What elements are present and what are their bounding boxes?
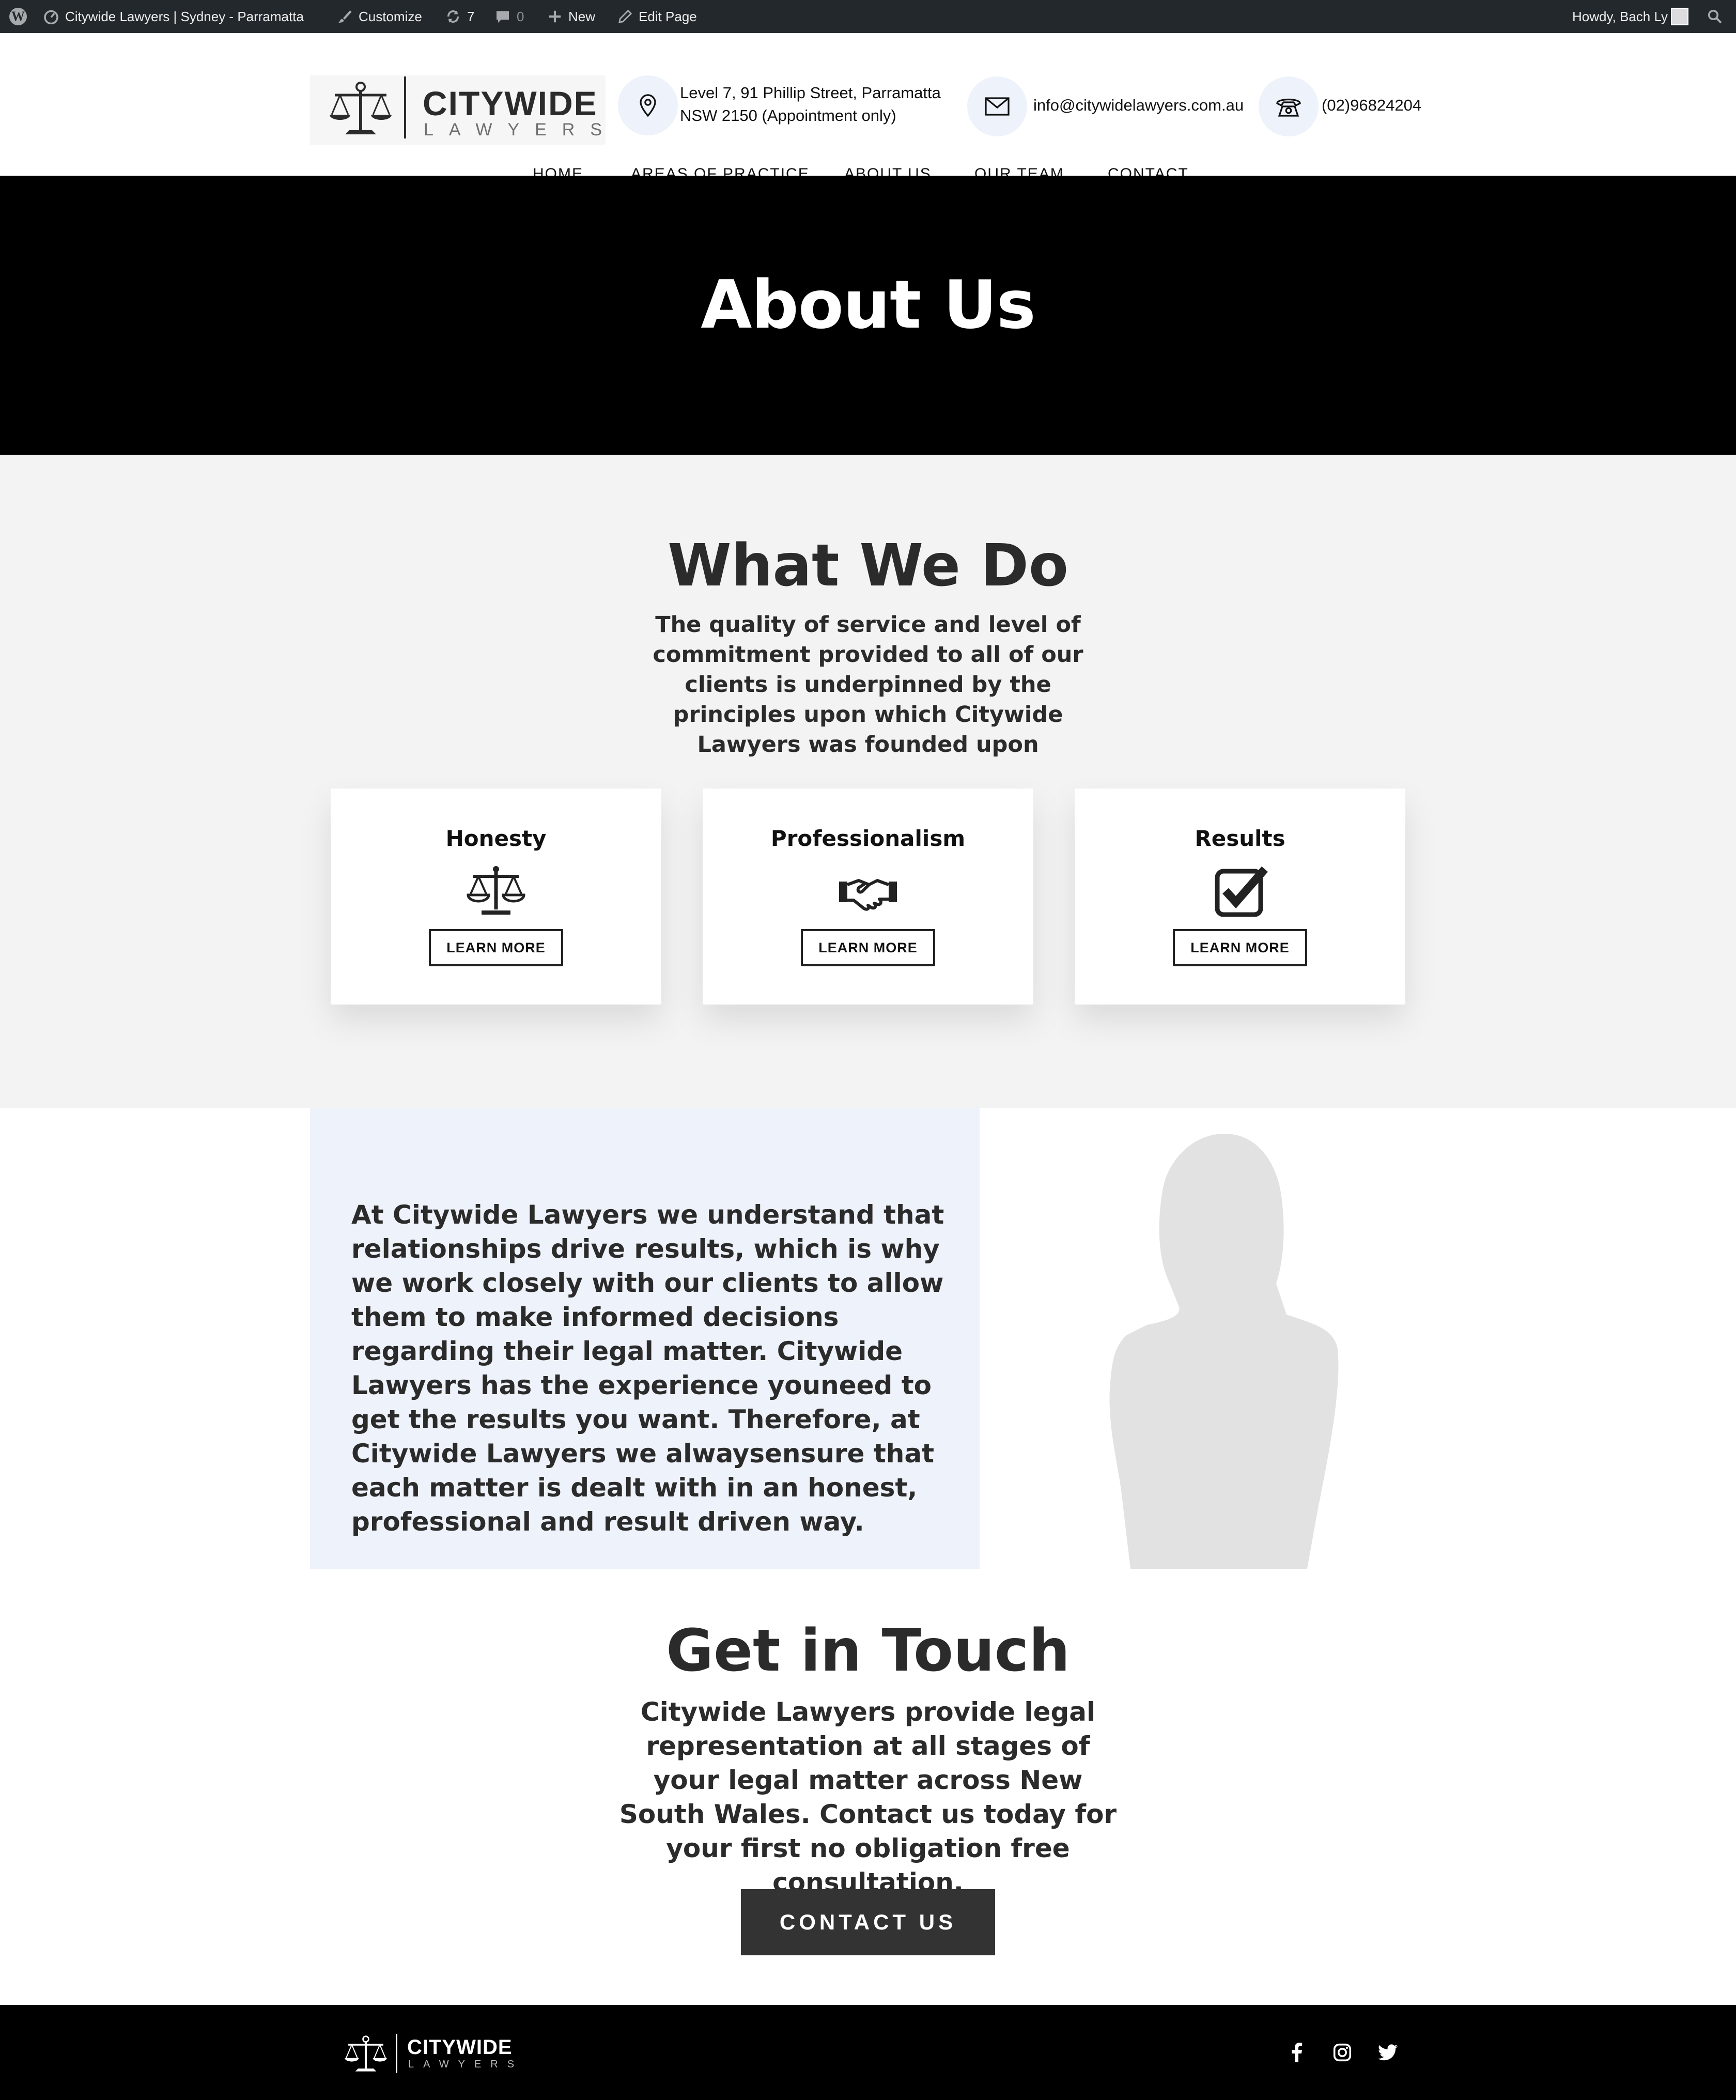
footer-logo-subwordmark: LAWYERS [408,2059,524,2070]
email-link[interactable]: info@citywidelawyers.com.au [1033,94,1244,117]
telephone-icon [1276,98,1301,117]
about-text-panel: At Citywide Lawyers we understand that r… [310,1108,980,1569]
about-section: At Citywide Lawyers we understand that r… [0,1108,1736,1569]
updates-icon [447,10,459,23]
wordpress-logo-menu[interactable]: W [5,0,31,33]
logo-inner: CITYWIDE LAWYERS [310,75,606,145]
card-honesty: Honesty LEARN MORE [331,789,661,1005]
instagram-icon [1333,2043,1352,2062]
site-name-label: Citywide Lawyers | Sydney - Parramatta [65,8,304,24]
address-line-1: Level 7, 91 Phillip Street, Parramatta [680,84,941,102]
search-icon [1708,9,1722,24]
what-we-do-section: What We Do The quality of service and le… [0,455,1736,1108]
dashboard-icon [44,10,58,24]
about-paragraph: At Citywide Lawyers we understand that r… [351,1200,944,1537]
what-we-do-title: What We Do [668,532,1068,599]
handshake-icon [839,879,897,911]
site-header: CITYWIDE LAWYERS Level 7, 91 Phillip Str… [0,33,1736,182]
updates-count: 7 [467,8,475,24]
learn-more-button[interactable]: LEARN MORE [1173,929,1307,966]
email-icon-circle [967,76,1027,136]
site-footer: CITYWIDE LAWYERS [0,2005,1736,2100]
get-in-touch-title: Get in Touch [666,1617,1070,1685]
comment-icon [497,11,509,23]
twitter-icon [1378,2044,1398,2061]
edit-page-label: Edit Page [639,8,697,24]
card-title: Results [1195,826,1285,851]
scales-logo-icon [330,82,392,134]
account-menu[interactable]: Howdy, Bach Ly [1572,0,1668,33]
what-we-do-subtitle: The quality of service and level of comm… [653,612,1083,758]
instagram-link[interactable] [1331,2041,1354,2064]
wp-admin-bar: W Citywide Lawyers | Sydney - Parramatta… [0,0,1736,33]
footer-logo-wordmark: CITYWIDE [407,2036,513,2059]
footer-logo[interactable]: CITYWIDE LAWYERS [341,2033,537,2075]
scales-logo-icon [345,2035,387,2072]
envelope-icon [985,97,1010,116]
avatar[interactable] [1671,8,1688,25]
logo-divider [404,76,406,138]
address-icon-circle [618,75,678,135]
learn-more-button[interactable]: LEARN MORE [801,929,935,966]
site-name-menu[interactable]: Citywide Lawyers | Sydney - Parramatta [43,0,304,33]
howdy-label: Howdy, Bach Ly [1572,8,1668,24]
person-silhouette-image [1109,1134,1339,1569]
facebook-icon [1292,2043,1303,2062]
brush-icon [338,10,352,23]
updates-link[interactable]: 7 [445,0,474,33]
card-professionalism: Professionalism LEARN MORE [703,789,1033,1005]
hero-banner: About Us [0,176,1736,455]
edit-page-link[interactable]: Edit Page [618,0,697,33]
contact-us-button[interactable]: CONTACT US [741,1889,995,1955]
twitter-link[interactable] [1376,2041,1399,2064]
wordpress-icon: W [9,8,27,25]
card-results: Results LEARN MORE [1075,789,1405,1005]
footer-logo-divider [396,2034,397,2073]
admin-search[interactable] [1707,0,1723,33]
card-title: Professionalism [770,826,966,851]
customize-label: Customize [359,8,422,24]
comments-count: 0 [517,8,524,24]
get-in-touch-text: Citywide Lawyers provide legal represent… [619,1697,1117,1897]
new-content-menu[interactable]: New [548,0,595,33]
comments-link[interactable]: 0 [495,0,524,33]
page-title: About Us [701,267,1036,344]
phone-icon-circle [1259,76,1319,136]
facebook-link[interactable] [1285,2041,1308,2064]
scales-icon [467,866,525,915]
pencil-icon [618,9,632,23]
checkbox-icon [1215,866,1268,917]
address-text: Level 7, 91 Phillip Street, Parramatta N… [680,82,969,127]
customize-link[interactable]: Customize [337,0,422,33]
plus-icon [549,10,561,23]
phone-link[interactable]: (02)96824204 [1322,94,1421,117]
card-title: Honesty [445,826,547,851]
logo-subwordmark: LAWYERS [424,120,618,140]
learn-more-button[interactable]: LEARN MORE [429,929,563,966]
address-line-2: NSW 2150 (Appointment only) [680,106,896,125]
site-logo[interactable]: CITYWIDE LAWYERS [310,75,606,145]
new-label: New [568,8,596,24]
map-pin-icon [640,94,656,117]
logo-wordmark: CITYWIDE [423,84,598,122]
